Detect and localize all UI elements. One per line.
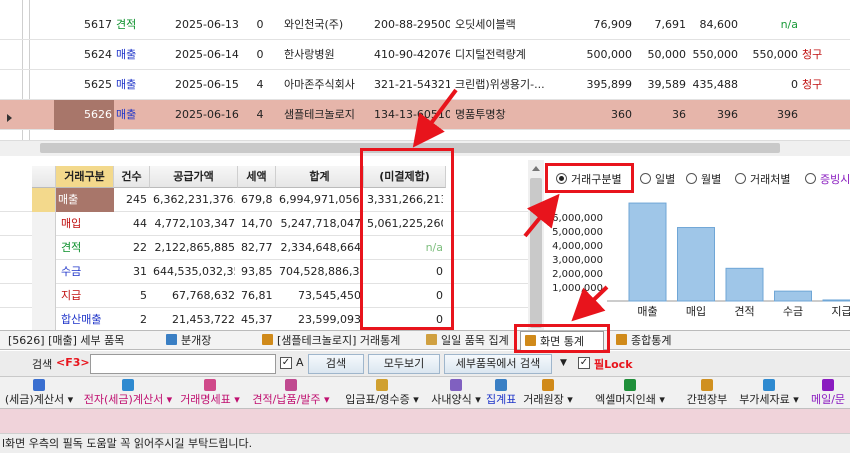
annotation-arrows [412, 88, 609, 322]
arrow-to-chart-option [523, 193, 560, 238]
arrow-to-unpaid [412, 88, 458, 148]
arrow-to-screen-stats [571, 285, 609, 322]
